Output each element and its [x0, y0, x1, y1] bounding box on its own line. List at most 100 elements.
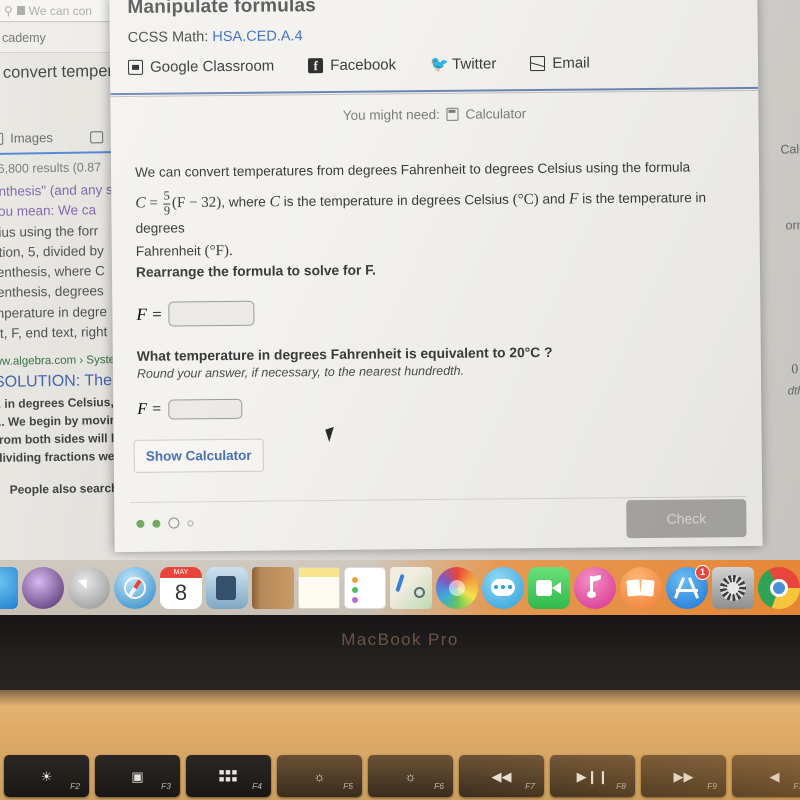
- progress-indicator: [136, 517, 194, 529]
- standard-label: CCSS Math:: [127, 29, 209, 46]
- share-google-classroom[interactable]: Google Classroom: [127, 57, 275, 76]
- problem-statement: We can convert temperatures from degrees…: [135, 156, 736, 264]
- messages-icon[interactable]: [482, 566, 524, 609]
- function-key-row: ☀ F2 ▣ F3 ■■■ ■■■ F4 ☼ F5 ☼ F6 ◀◀ F7 ▶❙❙ …: [0, 755, 800, 800]
- key-label: F3: [161, 781, 171, 791]
- facetime-icon[interactable]: [528, 566, 570, 609]
- email-icon: [530, 55, 546, 72]
- keyboard-backlight-down-key[interactable]: ☼ F5: [277, 755, 362, 797]
- key-label: F5: [343, 781, 353, 791]
- calendar-icon[interactable]: MAY 8: [160, 566, 202, 609]
- problem-line-3: Fahrenheit: [135, 243, 201, 260]
- standard-line: CCSS Math: HSA.CED.A.4: [128, 28, 303, 46]
- answer-row-2: F =: [137, 398, 242, 420]
- share-label: Google Classroom: [149, 57, 275, 76]
- formula-equals: =: [149, 195, 159, 212]
- siri-icon[interactable]: [22, 566, 64, 609]
- share-row: Google Classroom f Facebook 🐦 Twitter Em…: [127, 53, 728, 76]
- unit-fahrenheit: (°F).: [204, 243, 233, 260]
- calendar-day-label: 8: [174, 579, 188, 605]
- mission-control-key[interactable]: ▣ F3: [95, 755, 180, 797]
- problem-line-2c: and: [542, 191, 566, 207]
- formula-fraction: 5 9: [163, 188, 171, 218]
- share-twitter[interactable]: 🐦 Twitter: [430, 55, 496, 73]
- check-button[interactable]: Check: [626, 499, 747, 539]
- launchpad-icon[interactable]: [68, 566, 110, 609]
- keyboard-backlight-icon: ☼: [404, 768, 417, 784]
- right-fragment-calculator: Calc: [780, 142, 800, 157]
- photos-icon[interactable]: [436, 566, 478, 609]
- answer-2-input[interactable]: [167, 398, 242, 420]
- tool-hint-name: Calculator: [465, 106, 527, 122]
- launchpad-grid-icon: ■■■ ■■■: [218, 767, 239, 784]
- answer-row-1: F =: [136, 300, 255, 327]
- right-fragment-hundredth: dth.: [787, 385, 800, 398]
- mission-control-icon: ▣: [131, 768, 144, 784]
- problem-line-2b: is the temperature in degrees Celsius: [283, 191, 509, 210]
- question-2: What temperature in degrees Fahrenheit i…: [136, 344, 553, 364]
- show-calculator-button[interactable]: Show Calculator: [133, 438, 264, 473]
- images-tab-label: Images: [10, 129, 53, 146]
- formula-rhs: (F − 32): [171, 194, 222, 212]
- keyboard-backlight-icon: ☼: [313, 768, 326, 784]
- reminders-icon[interactable]: [344, 566, 386, 609]
- question-2-instruction: Round your answer, if necessary, to the …: [136, 363, 465, 381]
- answer-2-label: F =: [137, 400, 162, 418]
- laptop-bezel: [0, 615, 800, 693]
- app-store-icon[interactable]: 1: [666, 564, 710, 609]
- ibooks-icon[interactable]: [620, 566, 662, 609]
- chrome-icon[interactable]: [758, 566, 800, 609]
- finder-icon[interactable]: [0, 566, 18, 609]
- mute-key[interactable]: ◀ F10: [732, 755, 800, 797]
- brightness-icon: ☀: [40, 768, 53, 784]
- play-pause-icon: ▶❙❙: [576, 768, 609, 784]
- problem-line-2a: , where: [221, 194, 266, 210]
- progress-dot-2[interactable]: [152, 519, 161, 528]
- deck-shadow: [0, 690, 800, 706]
- key-label: F6: [434, 781, 444, 791]
- tool-hint: You might need: Calculator: [110, 104, 758, 125]
- macbook-pro-label: MacBook Pro: [341, 630, 459, 649]
- video-icon: [89, 131, 103, 144]
- photo-booth-icon[interactable]: [206, 566, 248, 609]
- key-label: F7: [525, 781, 535, 791]
- previous-track-key[interactable]: ◀◀ F7: [459, 755, 544, 797]
- next-track-key[interactable]: ▶▶ F9: [641, 755, 726, 797]
- standard-code-link[interactable]: HSA.CED.A.4: [212, 28, 302, 45]
- system-preferences-icon[interactable]: [712, 566, 754, 609]
- safari-icon[interactable]: [114, 566, 156, 609]
- share-label: Facebook: [330, 56, 397, 75]
- keyboard-backlight-up-key[interactable]: ☼ F6: [368, 755, 453, 797]
- share-label: Twitter: [452, 55, 497, 73]
- google-classroom-icon: [127, 59, 144, 75]
- right-fragment-formula: orm: [785, 217, 800, 233]
- key-label: F2: [70, 781, 80, 791]
- macos-dock: MAY 8 1: [0, 560, 800, 615]
- answer-1-input[interactable]: [168, 300, 255, 327]
- maps-icon[interactable]: [390, 566, 432, 609]
- formula-numerator: 5: [163, 188, 170, 203]
- facebook-icon: f: [308, 58, 324, 74]
- itunes-icon[interactable]: [574, 566, 616, 609]
- share-email[interactable]: Email: [530, 55, 590, 73]
- progress-dot-3[interactable]: [168, 517, 180, 529]
- progress-dot-1[interactable]: [136, 519, 145, 528]
- formula-denominator: 9: [163, 203, 171, 218]
- share-facebook[interactable]: f Facebook: [308, 56, 396, 74]
- tool-hint-prefix: You might need:: [342, 106, 440, 123]
- key-label: F9: [707, 781, 717, 791]
- page-title: Manipulate formulas: [127, 0, 317, 18]
- problem-line-1: We can convert temperatures from degrees…: [134, 159, 691, 180]
- launchpad-key[interactable]: ■■■ ■■■ F4: [186, 755, 271, 797]
- progress-dot-4[interactable]: [187, 519, 194, 526]
- image-icon: [0, 133, 4, 146]
- brightness-up-key[interactable]: ☀ F2: [4, 755, 89, 797]
- key-label: F8: [616, 781, 626, 791]
- app-store-badge: 1: [695, 564, 710, 580]
- previous-track-icon: ◀◀: [491, 768, 512, 784]
- contacts-icon[interactable]: [252, 566, 294, 609]
- play-pause-key[interactable]: ▶❙❙ F8: [550, 755, 635, 797]
- key-label: F10: [793, 781, 800, 791]
- notes-icon[interactable]: [298, 566, 340, 609]
- mute-icon: ◀: [769, 768, 780, 784]
